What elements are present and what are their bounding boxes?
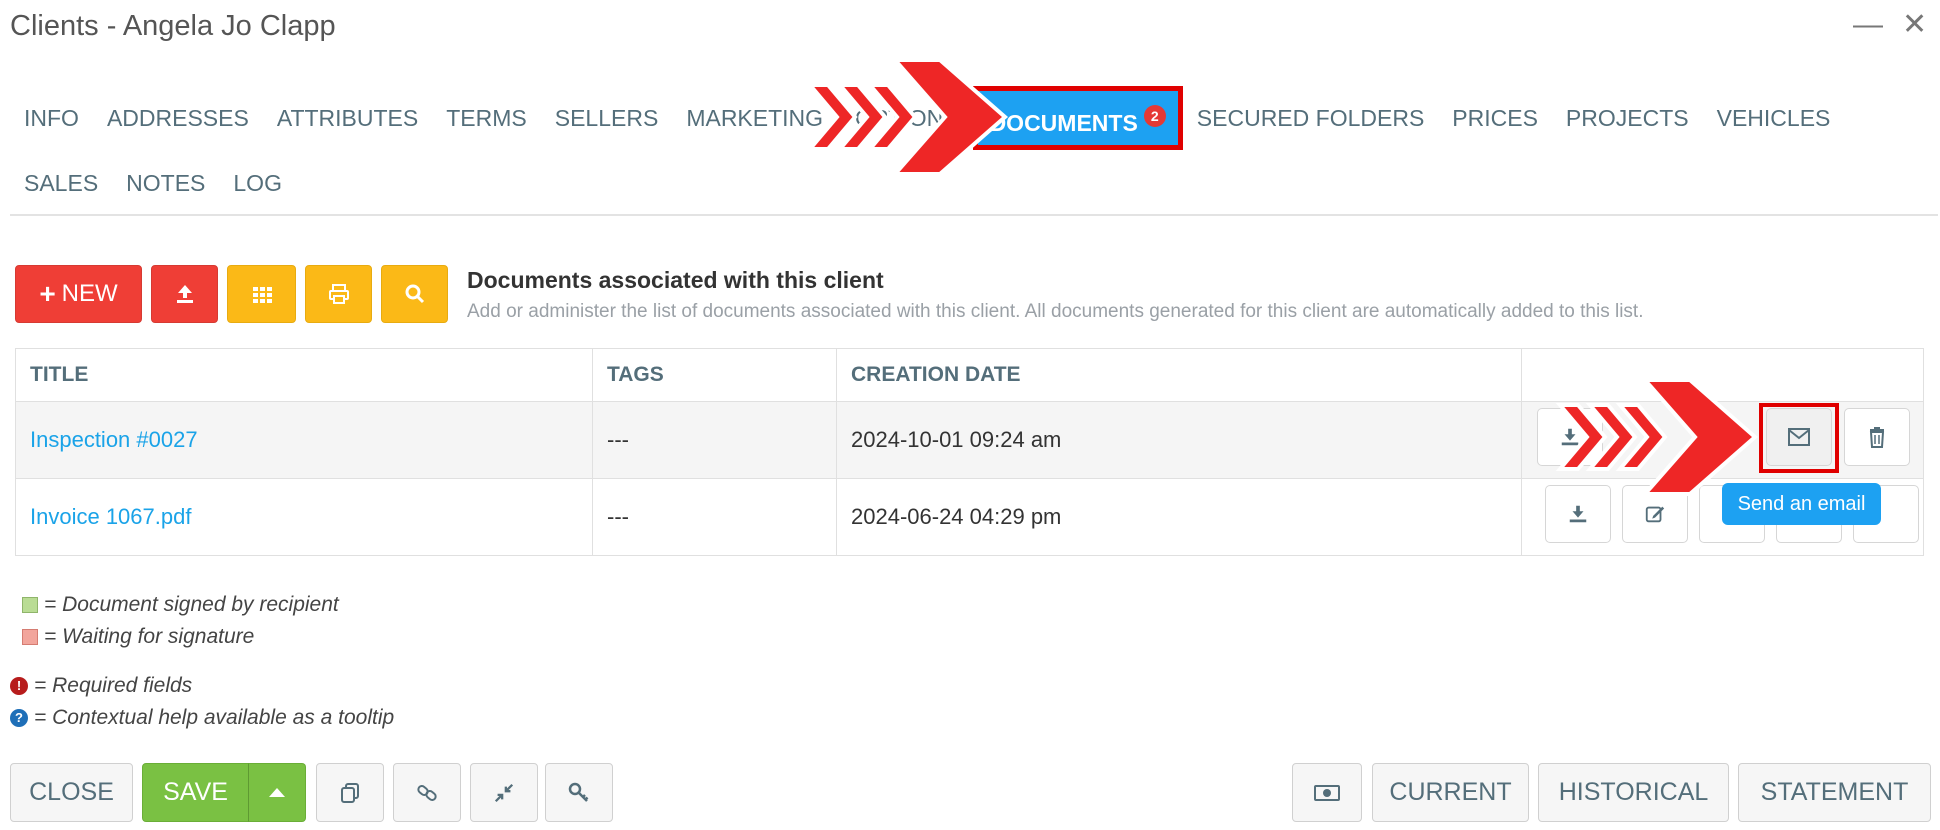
minimize-icon[interactable]: —	[1853, 10, 1883, 40]
tab-log[interactable]: LOG	[219, 158, 296, 208]
tab-vehicles[interactable]: VEHICLES	[1703, 93, 1845, 143]
copy-icon	[341, 782, 359, 803]
legend-waiting-text: = Waiting for signature	[44, 625, 255, 648]
section-title: Documents associated with this client	[467, 267, 884, 293]
document-creation-date: 2024-10-01 09:24 am	[836, 401, 1522, 479]
current-button[interactable]: CURRENT	[1372, 763, 1529, 822]
legend-waiting: = Waiting for signature	[22, 625, 254, 649]
link-icon	[417, 784, 437, 801]
tab-addresses[interactable]: ADDRESSES	[93, 93, 263, 143]
document-title-link[interactable]: Inspection #0027	[30, 427, 198, 452]
legend-help-text: = Contextual help available as a tooltip	[34, 706, 395, 729]
money-button[interactable]	[1292, 763, 1362, 822]
required-icon: !	[10, 677, 28, 695]
key-button[interactable]	[545, 763, 613, 822]
tab-bar-row-2: SALES NOTES LOG	[10, 158, 296, 208]
document-creation-date: 2024-06-24 04:29 pm	[836, 478, 1522, 556]
tab-divider	[10, 214, 1938, 216]
documents-count-badge: 2	[1143, 105, 1166, 127]
print-button[interactable]	[305, 265, 372, 323]
plus-icon: +	[39, 278, 56, 309]
compress-button[interactable]	[470, 763, 538, 822]
tab-notes[interactable]: NOTES	[112, 158, 219, 208]
close-button[interactable]: CLOSE	[10, 763, 133, 822]
window-title: Clients - Angela Jo Clapp	[10, 10, 336, 42]
compress-icon	[494, 783, 514, 802]
caret-up-icon	[269, 788, 285, 797]
upload-button[interactable]	[151, 265, 218, 323]
historical-button[interactable]: HISTORICAL	[1538, 763, 1729, 822]
legend-help: ? = Contextual help available as a toolti…	[10, 706, 394, 730]
link-button[interactable]	[393, 763, 461, 822]
column-header-title[interactable]: TITLE	[15, 348, 593, 402]
save-button[interactable]: SAVE	[142, 763, 249, 822]
tab-attributes[interactable]: ATTRIBUTES	[263, 93, 432, 143]
grid-view-button[interactable]	[227, 265, 296, 323]
close-icon[interactable]: ✕	[1902, 10, 1927, 40]
tab-terms[interactable]: TERMS	[432, 93, 541, 143]
tab-projects[interactable]: PROJECTS	[1552, 93, 1703, 143]
legend-required: ! = Required fields	[10, 674, 192, 698]
tab-sales[interactable]: SALES	[10, 158, 112, 208]
highlight-box	[1759, 403, 1839, 473]
tab-sellers[interactable]: SELLERS	[541, 93, 673, 143]
legend-signed-text: = Document signed by recipient	[44, 593, 339, 616]
tab-prices[interactable]: PRICES	[1438, 93, 1552, 143]
copy-button[interactable]	[316, 763, 384, 822]
save-options-button[interactable]	[248, 763, 306, 822]
upload-icon	[176, 285, 193, 303]
section-subtitle: Add or administer the list of documents …	[467, 301, 1644, 322]
delete-button[interactable]	[1844, 408, 1910, 466]
help-icon: ?	[10, 709, 28, 727]
money-icon	[1314, 784, 1340, 801]
signed-swatch	[22, 597, 38, 613]
new-document-button[interactable]: + NEW	[15, 265, 142, 323]
annotation-arrows-icon	[805, 58, 1009, 176]
column-header-creation-date[interactable]: CREATION DATE	[836, 348, 1522, 402]
download-icon	[1569, 505, 1587, 523]
waiting-swatch	[22, 629, 38, 645]
tab-info[interactable]: INFO	[10, 93, 93, 143]
search-button[interactable]	[381, 265, 448, 323]
new-button-label: NEW	[61, 280, 118, 307]
document-title-link[interactable]: Invoice 1067.pdf	[30, 504, 191, 529]
trash-icon	[1869, 427, 1885, 448]
tab-secured-folders[interactable]: SECURED FOLDERS	[1183, 93, 1438, 143]
edit-icon	[1645, 506, 1665, 523]
print-icon	[328, 284, 349, 304]
column-header-tags[interactable]: TAGS	[592, 348, 837, 402]
annotation-arrows-icon	[1555, 378, 1759, 496]
document-tags: ---	[592, 401, 837, 479]
grid-icon	[252, 287, 272, 303]
legend-required-text: = Required fields	[34, 674, 193, 697]
legend-signed: = Document signed by recipient	[22, 593, 339, 617]
statement-button[interactable]: STATEMENT	[1738, 763, 1931, 822]
search-icon	[405, 284, 424, 304]
key-icon	[568, 782, 589, 802]
document-tags: ---	[592, 478, 837, 556]
